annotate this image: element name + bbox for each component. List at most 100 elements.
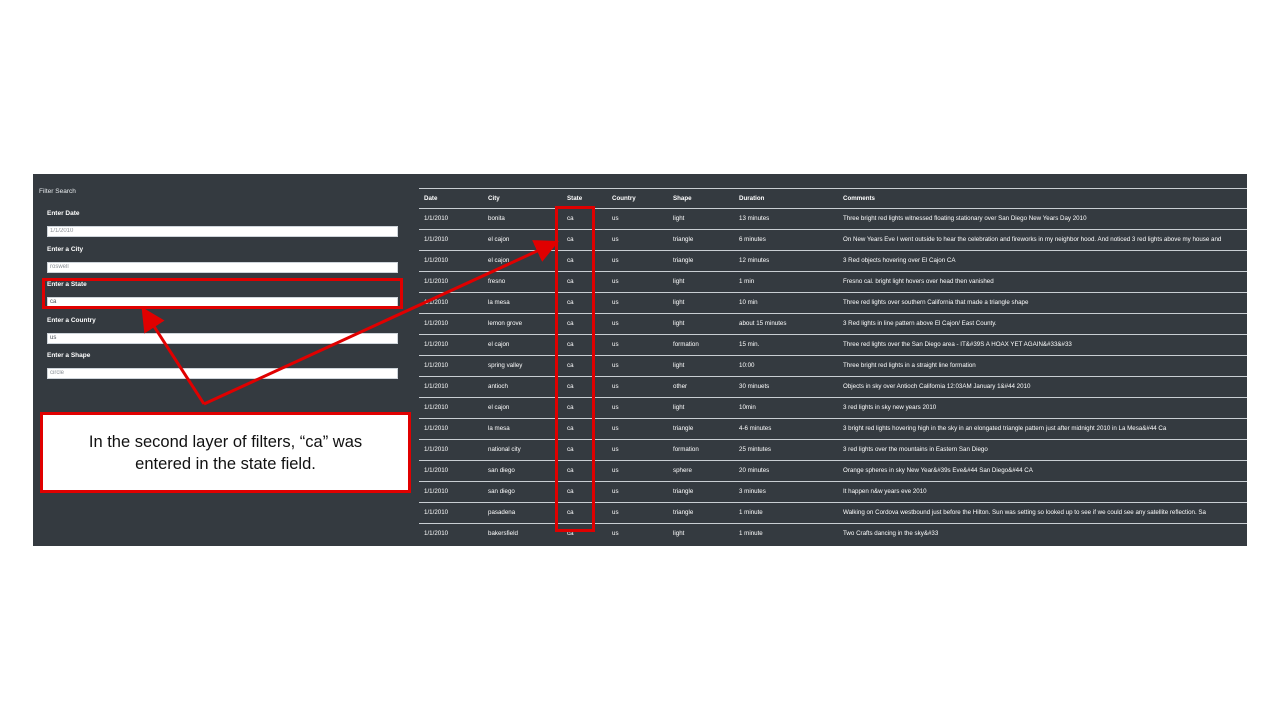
cell-comments: Three red lights over the San Diego area… [838,334,1247,356]
cell-date: 1/1/2010 [419,439,483,461]
cell-shape: light [668,523,734,544]
table-row: 1/1/2010 fresno ca us light 1 min Fresno cal. … [419,271,1247,293]
cell-comments: Two Crafts dancing in the sky&#33 [838,523,1247,544]
header-comments: Comments [838,188,1247,209]
table-row: 1/1/2010 el cajon ca us triangle 6 minutes On … [419,229,1247,251]
table-row: 1/1/2010 national city ca us formation 25 min… [419,439,1247,461]
shape-input[interactable] [47,367,398,379]
cell-city: la mesa [483,292,562,314]
city-filter-label: Enter a City [47,246,84,253]
cell-date: 1/1/2010 [419,355,483,377]
annotation-text: In the second layer of filters, “ca” was… [88,432,363,473]
cell-state: ca [562,502,607,524]
date-filter: Enter Date [47,209,398,237]
cell-country: us [607,355,668,377]
cell-city: el cajon [483,397,562,419]
cell-comments: Walking on Cordova westbound just before… [838,502,1247,524]
date-filter-label: Enter Date [47,210,80,217]
cell-comments: Objects in sky over Antioch California 1… [838,376,1247,398]
table-row: 1/1/2010 bonita ca us light 13 minutes Three b… [419,208,1247,230]
cell-comments: Three bright red lights witnessed floati… [838,208,1247,230]
header-city: City [483,188,562,209]
cell-state: ca [562,397,607,419]
cell-date: 1/1/2010 [419,376,483,398]
cell-duration: 20 minutes [734,460,838,482]
sightings-table-container: Date City State Country Shape Duration C… [419,188,1247,544]
cell-country: us [607,208,668,230]
cell-comments: 3 red lights over the mountains in Easte… [838,439,1247,461]
table-header-row: Date City State Country Shape Duration C… [419,188,1247,209]
cell-shape: light [668,292,734,314]
header-shape: Shape [668,188,734,209]
cell-comments: Orange spheres in sky New Year&#39s Eve&… [838,460,1247,482]
header-state: State [562,188,607,209]
cell-country: us [607,523,668,544]
cell-duration: 15 min. [734,334,838,356]
annotation-callout: In the second layer of filters, “ca” was… [40,412,411,493]
sightings-table: Date City State Country Shape Duration C… [419,188,1247,544]
cell-city: san diego [483,481,562,503]
cell-state: ca [562,376,607,398]
cell-date: 1/1/2010 [419,502,483,524]
table-row: 1/1/2010 la mesa ca us light 10 min Three red … [419,292,1247,314]
shape-filter-label: Enter a Shape [47,352,91,359]
table-body: 1/1/2010 bonita ca us light 13 minutes Three b… [419,208,1247,544]
cell-country: us [607,418,668,440]
city-input[interactable] [47,261,398,273]
cell-shape: triangle [668,502,734,524]
cell-country: us [607,460,668,482]
cell-date: 1/1/2010 [419,481,483,503]
cell-shape: sphere [668,460,734,482]
cell-country: us [607,397,668,419]
cell-city: national city [483,439,562,461]
table-row: 1/1/2010 el cajon ca us formation 15 min. Thre… [419,334,1247,356]
table-row: 1/1/2010 el cajon ca us light 10min 3 red ligh… [419,397,1247,419]
cell-date: 1/1/2010 [419,523,483,544]
cell-state: ca [562,292,607,314]
state-input[interactable] [47,296,398,308]
cell-shape: formation [668,334,734,356]
cell-duration: 1 minute [734,523,838,544]
cell-shape: triangle [668,229,734,251]
cell-shape: light [668,355,734,377]
cell-state: ca [562,460,607,482]
cell-shape: triangle [668,250,734,272]
cell-shape: triangle [668,418,734,440]
cell-city: pasadena [483,502,562,524]
header-country: Country [607,188,668,209]
cell-state: ca [562,439,607,461]
cell-comments: Three red lights over southern Californi… [838,292,1247,314]
cell-comments: Fresno cal. bright light hovers over hea… [838,271,1247,293]
country-filter-label: Enter a Country [47,317,96,324]
table-row: 1/1/2010 pasadena ca us triangle 1 minute Walk… [419,502,1247,524]
country-input[interactable] [47,332,398,344]
cell-city: spring valley [483,355,562,377]
header-duration: Duration [734,188,838,209]
cell-duration: 12 minutes [734,250,838,272]
cell-duration: 10:00 [734,355,838,377]
cell-duration: 10min [734,397,838,419]
table-row: 1/1/2010 la mesa ca us triangle 4-6 minutes 3 … [419,418,1247,440]
shape-filter: Enter a Shape [47,351,398,379]
cell-date: 1/1/2010 [419,460,483,482]
cell-country: us [607,313,668,335]
cell-duration: about 15 minutes [734,313,838,335]
cell-date: 1/1/2010 [419,208,483,230]
cell-duration: 10 min [734,292,838,314]
cell-country: us [607,376,668,398]
cell-state: ca [562,250,607,272]
cell-country: us [607,502,668,524]
cell-comments: 3 Red objects hovering over El Cajon CA [838,250,1247,272]
cell-state: ca [562,334,607,356]
cell-city: el cajon [483,334,562,356]
cell-city: el cajon [483,229,562,251]
cell-state: ca [562,229,607,251]
table-row: 1/1/2010 antioch ca us other 30 minuets Object… [419,376,1247,398]
cell-shape: light [668,271,734,293]
cell-country: us [607,271,668,293]
table-row: 1/1/2010 spring valley ca us light 10:00 Three… [419,355,1247,377]
date-input[interactable] [47,225,398,237]
table-row: 1/1/2010 lemon grove ca us light about 15 min… [419,313,1247,335]
country-filter: Enter a Country [47,316,398,344]
cell-city: antioch [483,376,562,398]
